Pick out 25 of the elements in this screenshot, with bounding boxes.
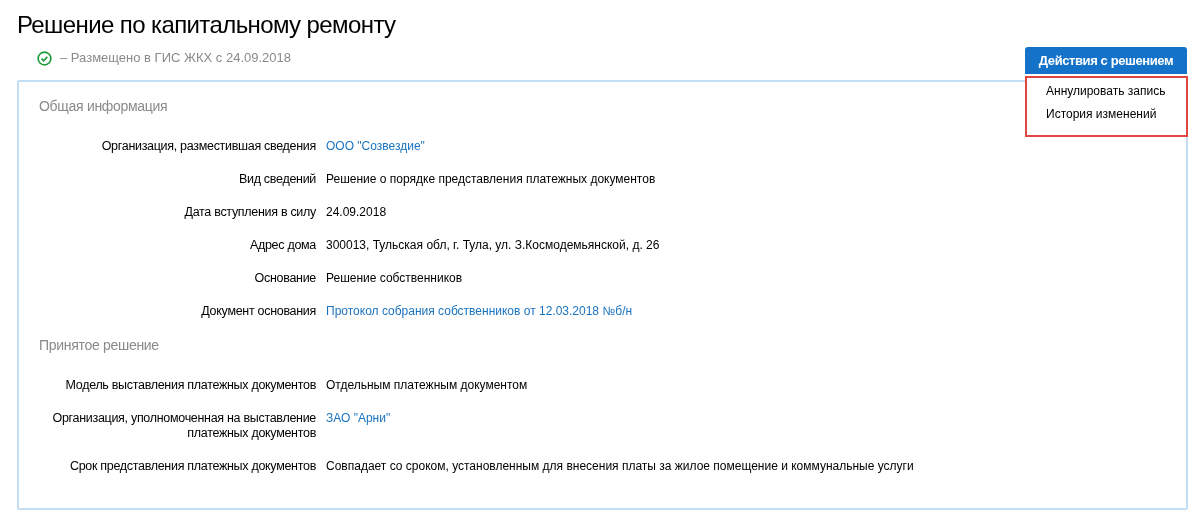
field-label: Срок представления платежных документов xyxy=(68,458,316,474)
section-title: Принятое решение xyxy=(39,336,159,354)
menu-item[interactable]: История изменений xyxy=(1046,107,1157,122)
menu-item[interactable]: Аннулировать запись xyxy=(1046,84,1166,99)
section-title: Общая информация xyxy=(39,98,168,115)
actions-button[interactable]: Действия с решением xyxy=(1025,47,1187,74)
field-label: Вид сведений xyxy=(237,171,316,187)
field-label: Документ основания xyxy=(200,303,316,319)
field-label: Организация, уполномоченная на выставление платежных документов xyxy=(51,410,316,441)
field-label: Дата вступления в силу xyxy=(183,204,316,220)
field-value: Совпадает со сроком, установленным для внесения платы за жилое помещение и коммунальные услуги xyxy=(326,458,915,474)
status-text: – Размещено в ГИС ЖКХ с 24.09.2018 xyxy=(60,49,292,68)
field-link[interactable]: ООО "Созвездие" xyxy=(326,138,1186,154)
field-link[interactable]: Протокол собрания собственников от 12.03.2018 №б/н xyxy=(326,303,1186,319)
page-title: Решение по капитальному ремонту xyxy=(17,10,397,40)
field-label: Адрес дома xyxy=(248,237,316,253)
field-label: Основание xyxy=(253,270,316,286)
field-link[interactable]: ЗАО "Арни" xyxy=(326,410,1186,426)
field-value: Отдельным платежным документом xyxy=(326,377,529,393)
field-value: Решение о порядке представления платежных документов xyxy=(326,171,657,187)
field-value: 24.09.2018 xyxy=(326,204,388,220)
field-value: 300013, Тульская обл, г. Тула, ул. З.Космодемьянской, д. 26 xyxy=(326,237,661,253)
field-value: Решение собственников xyxy=(326,270,464,286)
field-label: Организация, разместившая сведения xyxy=(100,138,316,154)
field-label: Модель выставления платежных документов xyxy=(64,377,316,393)
